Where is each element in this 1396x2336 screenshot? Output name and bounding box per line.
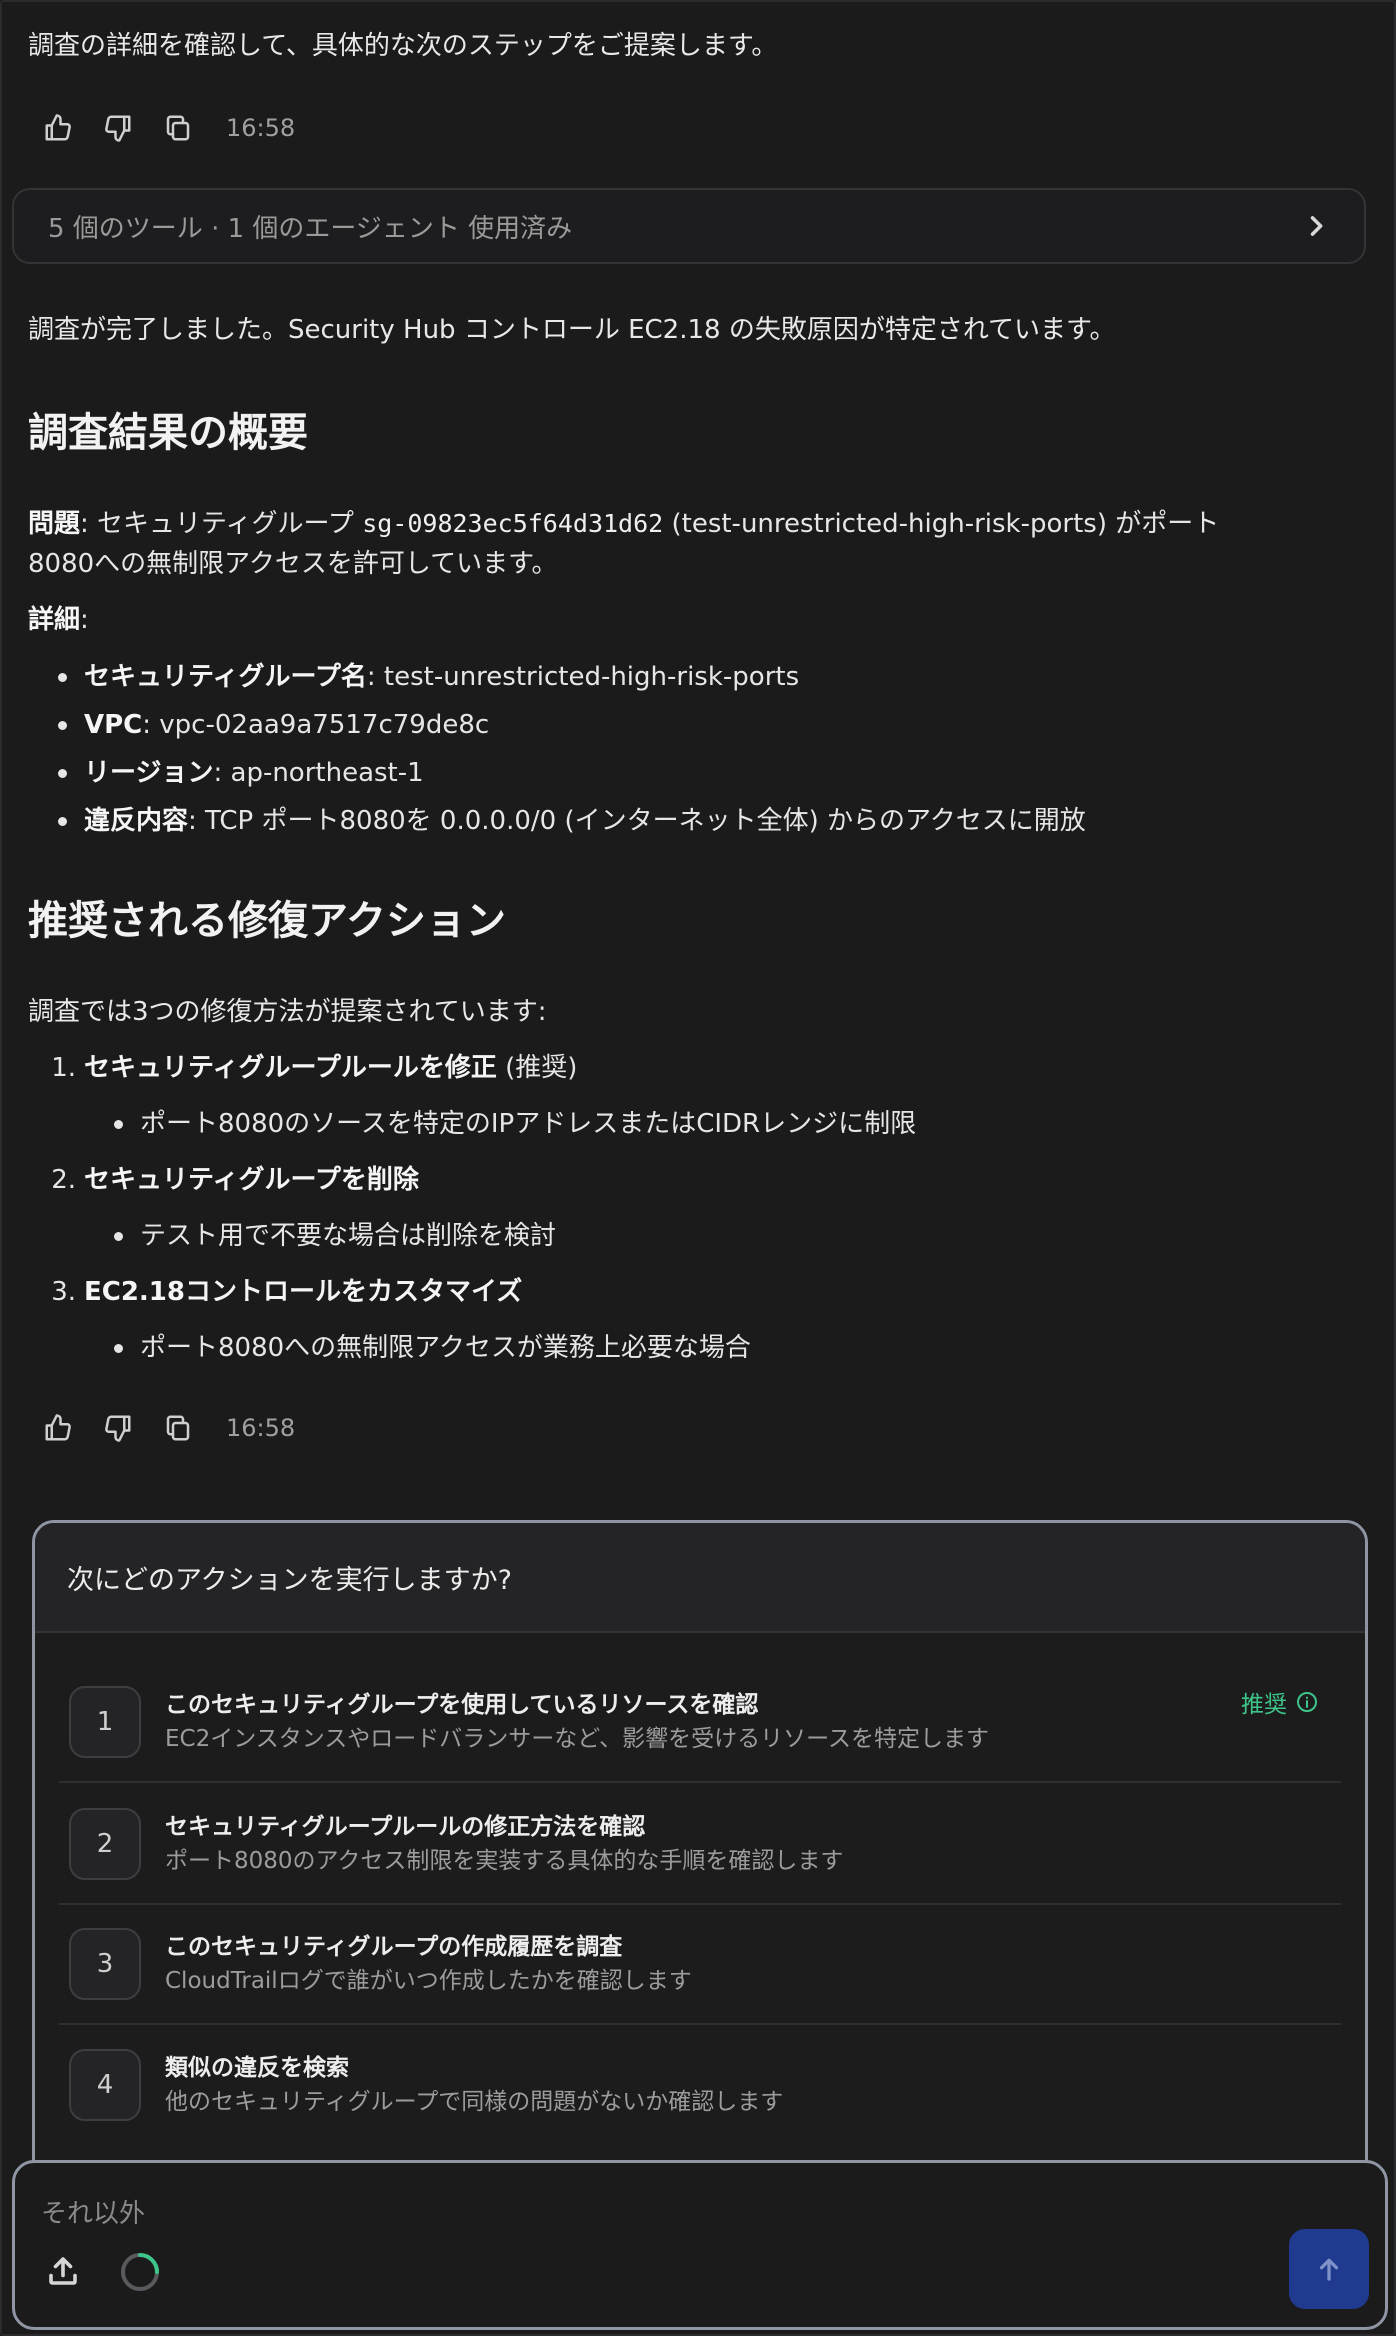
remediation-title: セキュリティグループルールを修正	[84, 1053, 497, 1083]
copy-icon	[166, 1415, 190, 1441]
thumbs-down-button[interactable]	[98, 1406, 138, 1450]
details-list: セキュリティグループ名: test-unrestricted-high-risk…	[28, 653, 1348, 845]
thumbs-up-icon	[45, 1414, 71, 1441]
chevron-right-icon	[1310, 216, 1323, 236]
details-item-value: : ap-northeast-1	[213, 758, 424, 788]
chat-window: 調査の詳細を確認して、具体的な次のステップをご提案します。 16:58 5 個の…	[0, 0, 1396, 2336]
remediation-detail: ポート8080のソースを特定のIPアドレスまたはCIDRレンジに制限	[28, 1104, 916, 1144]
option-title: このセキュリティグループを使用しているリソースを確認	[165, 1692, 759, 1718]
recommended-label: 推奨	[1241, 1692, 1287, 1718]
remediation-number: 1.	[51, 1053, 76, 1083]
info-icon[interactable]	[1295, 1690, 1319, 1714]
details-item: セキュリティグループ名: test-unrestricted-high-risk…	[28, 653, 1348, 701]
details-item: リージョン: ap-northeast-1	[28, 749, 1348, 797]
details-item-value: : vpc-02aa9a7517c79de8c	[142, 710, 490, 740]
next-action-panel: 次にどのアクションを実行しますか? 1 このセキュリティグループを使用しているリ…	[32, 1520, 1368, 2220]
remediation-item: 2. セキュリティグループを削除	[28, 1160, 419, 1200]
details-item-label: セキュリティグループ名	[84, 662, 367, 692]
action-option-4[interactable]: 4 類似の違反を検索 他のセキュリティグループで同様の問題がないか確認します	[59, 2025, 1341, 2145]
details-item-label: 違反内容	[84, 806, 189, 836]
action-option-3[interactable]: 3 このセキュリティグループの作成履歴を調査 CloudTrailログで誰がいつ…	[59, 1905, 1341, 2025]
problem-text-pre: : セキュリティグループ	[80, 509, 363, 539]
option-description: CloudTrailログで誰がいつ作成したかを確認します	[165, 1968, 692, 1994]
option-description: EC2インスタンスやロードバランサーなど、影響を受けるリソースを特定します	[165, 1726, 990, 1752]
next-action-question: 次にどのアクションを実行しますか?	[35, 1523, 1365, 1633]
send-button[interactable]	[1289, 2229, 1369, 2309]
remediation-suffix: (推奨)	[496, 1053, 578, 1083]
thumbs-down-icon	[105, 1415, 131, 1442]
thumbs-down-icon	[105, 115, 131, 142]
details-item-value: : test-unrestricted-high-risk-ports	[366, 662, 800, 692]
thumbs-up-button[interactable]	[38, 106, 78, 150]
option-number: 2	[69, 1808, 141, 1880]
option-text: このセキュリティグループの作成履歴を調査 CloudTrailログで誰がいつ作成…	[165, 1930, 1341, 1998]
details-item: 違反内容: TCP ポート8080を 0.0.0.0/0 (インターネット全体)…	[28, 797, 1348, 845]
copy-button[interactable]	[158, 106, 198, 150]
message-composer[interactable]: それ以外	[12, 2160, 1388, 2330]
action-option-1[interactable]: 1 このセキュリティグループを使用しているリソースを確認 EC2インスタンスやロ…	[59, 1663, 1341, 1783]
security-group-id: sg-09823ec5f64d31d62	[362, 509, 664, 538]
remediation-intro: 調査では3つの修復方法が提案されています:	[28, 997, 547, 1027]
option-text: セキュリティグループルールの修正方法を確認 ポート8080のアクセス制限を実装す…	[165, 1810, 1341, 1878]
upload-icon	[49, 2257, 77, 2285]
option-number: 4	[69, 2049, 141, 2121]
message-timestamp: 16:58	[226, 114, 296, 142]
message-actions: 16:58	[38, 106, 295, 150]
message-timestamp: 16:58	[226, 1414, 296, 1442]
assistant-message-text: 調査の詳細を確認して、具体的な次のステップをご提案します。	[28, 31, 778, 61]
composer-placeholder[interactable]: それ以外	[41, 2193, 145, 2230]
details-item-value: : TCP ポート8080を 0.0.0.0/0 (インターネット全体) からの…	[188, 806, 1086, 836]
copy-icon	[166, 115, 190, 141]
option-description: 他のセキュリティグループで同様の問題がないか確認します	[165, 2089, 784, 2115]
thumbs-up-button[interactable]	[38, 1406, 78, 1450]
thumbs-down-button[interactable]	[98, 106, 138, 150]
investigation-intro: 調査が完了しました。Security Hub コントロール EC2.18 の失敗…	[28, 315, 1116, 345]
copy-button[interactable]	[158, 1406, 198, 1450]
details-item: VPC: vpc-02aa9a7517c79de8c	[28, 701, 1348, 749]
option-number: 3	[69, 1928, 141, 2000]
option-text: このセキュリティグループを使用しているリソースを確認 EC2インスタンスやロード…	[165, 1688, 1341, 1756]
option-text: 類似の違反を検索 他のセキュリティグループで同様の問題がないか確認します	[165, 2051, 1341, 2119]
option-title: このセキュリティグループの作成履歴を調査	[165, 1934, 623, 1960]
upload-button[interactable]	[45, 2253, 85, 2293]
option-description: ポート8080のアクセス制限を実装する具体的な手順を確認します	[165, 1848, 844, 1874]
thumbs-up-icon	[45, 114, 71, 141]
arrow-up-icon	[1319, 2258, 1339, 2281]
problem-text-line2: 8080への無制限アクセスを許可しています。	[28, 549, 558, 579]
remediation-item: 3. EC2.18コントロールをカスタマイズ	[28, 1272, 522, 1312]
tools-used-expander[interactable]: 5 個のツール · 1 個のエージェント 使用済み	[12, 188, 1366, 264]
problem-paragraph: 問題: セキュリティグループ sg-09823ec5f64d31d62 (tes…	[28, 504, 1348, 584]
details-item-label: リージョン	[84, 758, 214, 788]
details-label-row: 詳細:	[28, 600, 1348, 640]
tools-used-label: 5 個のツール · 1 個のエージェント 使用済み	[48, 213, 573, 244]
details-item-label: VPC	[84, 710, 143, 740]
remediation-number: 2.	[51, 1165, 76, 1195]
remediation-number: 3.	[51, 1277, 76, 1307]
option-title: 類似の違反を検索	[165, 2055, 349, 2081]
action-option-2[interactable]: 2 セキュリティグループルールの修正方法を確認 ポート8080のアクセス制限を実…	[59, 1785, 1341, 1905]
remediation-title: EC2.18コントロールをカスタマイズ	[84, 1277, 523, 1307]
remediation-detail: テスト用で不要な場合は削除を検討	[28, 1216, 556, 1256]
option-number: 1	[69, 1686, 141, 1758]
remediation-item: 1. セキュリティグループルールを修正 (推奨)	[28, 1048, 577, 1088]
remediation-heading: 推奨される修復アクション	[28, 898, 506, 944]
problem-label: 問題	[28, 509, 81, 539]
details-colon: :	[80, 605, 89, 635]
details-label: 詳細	[28, 605, 81, 635]
remediation-detail: ポート8080への無制限アクセスが業務上必要な場合	[28, 1328, 751, 1368]
loading-spinner-icon	[121, 2253, 159, 2291]
option-title: セキュリティグループルールの修正方法を確認	[165, 1814, 646, 1840]
problem-text-post: (test-unrestricted-high-risk-ports) がポート	[663, 509, 1220, 539]
summary-heading: 調査結果の概要	[28, 410, 308, 456]
remediation-title: セキュリティグループを削除	[84, 1165, 419, 1195]
recommended-badge: 推奨	[1241, 1685, 1319, 1719]
message-actions: 16:58	[38, 1406, 295, 1450]
